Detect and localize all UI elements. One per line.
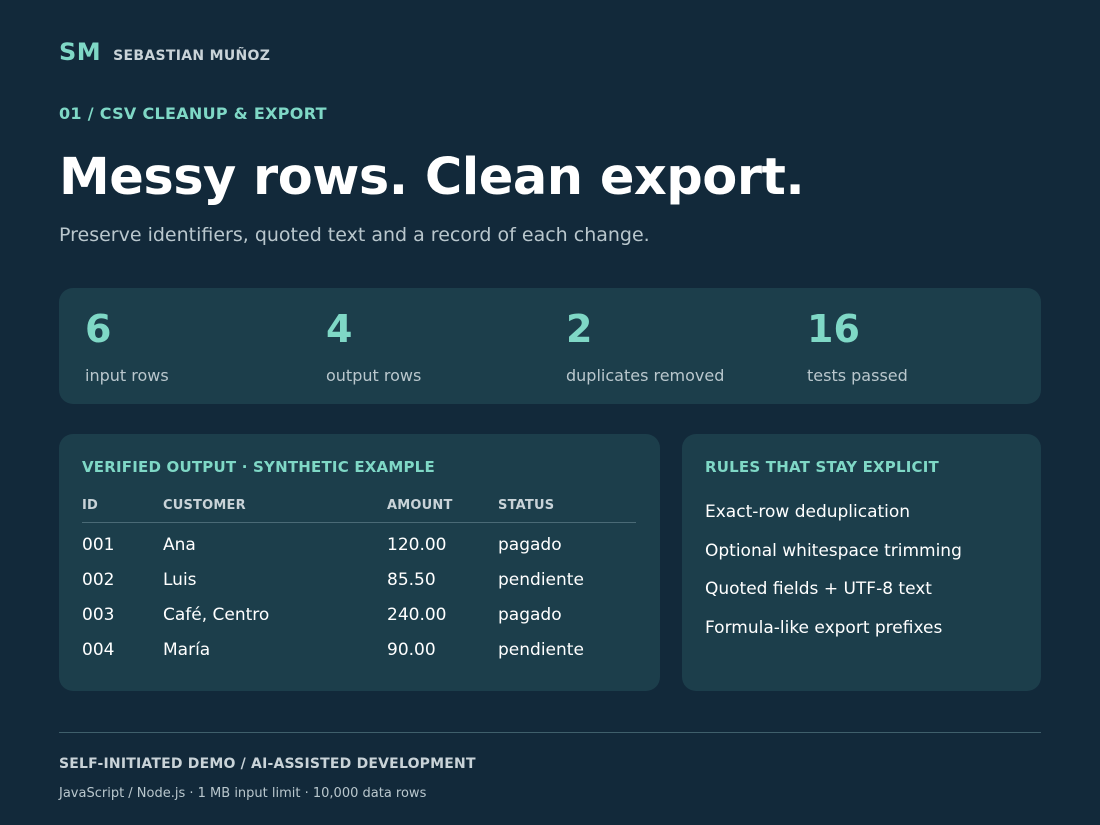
list-item: Exact-row deduplication (705, 502, 911, 522)
verified-output-panel: VERIFIED OUTPUT · SYNTHETIC EXAMPLE ID C… (59, 434, 660, 691)
cell-customer: Café, Centro (163, 604, 270, 625)
stat-input-rows: 6 input rows (85, 310, 169, 385)
rules-panel: RULES THAT STAY EXPLICIT Exact-row dedup… (682, 434, 1041, 691)
stat-label: input rows (85, 366, 169, 385)
cell-status: pagado (498, 534, 562, 555)
output-table: ID CUSTOMER AMOUNT STATUS 001 Ana 120.00… (82, 498, 636, 667)
brand: SM SEBASTIAN MUÑOZ (59, 38, 270, 66)
footer-title: SELF-INITIATED DEMO / AI-ASSISTED DEVELO… (59, 756, 476, 772)
page-subtitle: Preserve identifiers, quoted text and a … (59, 224, 650, 246)
stat-value: 4 (326, 307, 353, 351)
stat-label: tests passed (807, 366, 908, 385)
column-header-id: ID (82, 498, 163, 523)
cell-id: 002 (82, 569, 115, 590)
cell-customer: María (163, 639, 211, 660)
table-row: 003 Café, Centro 240.00 pagado (82, 597, 636, 632)
stat-label: duplicates removed (566, 366, 725, 385)
table-row: 001 Ana 120.00 pagado (82, 523, 636, 563)
cell-id: 004 (82, 639, 115, 660)
stat-duplicates-removed: 2 duplicates removed (566, 310, 724, 385)
brand-monogram: SM (59, 38, 102, 66)
stat-label: output rows (326, 366, 422, 385)
stat-output-rows: 4 output rows (326, 310, 421, 385)
column-header-customer: CUSTOMER (163, 498, 387, 523)
cell-amount: 90.00 (387, 639, 436, 660)
project-eyebrow: 01 / CSV CLEANUP & EXPORT (59, 104, 327, 123)
page-title: Messy rows. Clean export. (59, 148, 805, 207)
cell-status: pagado (498, 604, 562, 625)
column-header-status: STATUS (498, 498, 636, 523)
cell-amount: 120.00 (387, 534, 447, 555)
stat-value: 2 (566, 307, 593, 351)
cell-customer: Ana (163, 534, 196, 555)
stat-value: 6 (85, 307, 112, 351)
cell-amount: 85.50 (387, 569, 436, 590)
panel-title: VERIFIED OUTPUT · SYNTHETIC EXAMPLE (82, 458, 435, 476)
list-item: Quoted fields + UTF-8 text (705, 579, 932, 599)
brand-name: SEBASTIAN MUÑOZ (113, 48, 271, 64)
cell-id: 001 (82, 534, 115, 555)
list-item: Optional whitespace trimming (705, 540, 962, 561)
footer-divider (59, 732, 1041, 733)
cell-status: pendiente (498, 639, 584, 660)
table-header-row: ID CUSTOMER AMOUNT STATUS (82, 498, 636, 523)
stat-tests-passed: 16 tests passed (807, 310, 908, 385)
cell-status: pendiente (498, 569, 584, 590)
cell-id: 003 (82, 604, 115, 625)
list-item: Formula-like export prefixes (705, 617, 943, 638)
table-row: 004 María 90.00 pendiente (82, 632, 636, 667)
table-row: 002 Luis 85.50 pendiente (82, 562, 636, 597)
stat-value: 16 (807, 307, 860, 351)
footer-meta: JavaScript / Node.js · 1 MB input limit … (59, 786, 427, 801)
column-header-amount: AMOUNT (387, 498, 498, 523)
cell-amount: 240.00 (387, 604, 447, 625)
cell-customer: Luis (163, 569, 197, 590)
panel-title: RULES THAT STAY EXPLICIT (705, 458, 939, 476)
rules-list: Exact-row deduplication Optional whitesp… (705, 498, 962, 652)
stats-card: 6 input rows 4 output rows 2 duplicates … (59, 288, 1041, 404)
